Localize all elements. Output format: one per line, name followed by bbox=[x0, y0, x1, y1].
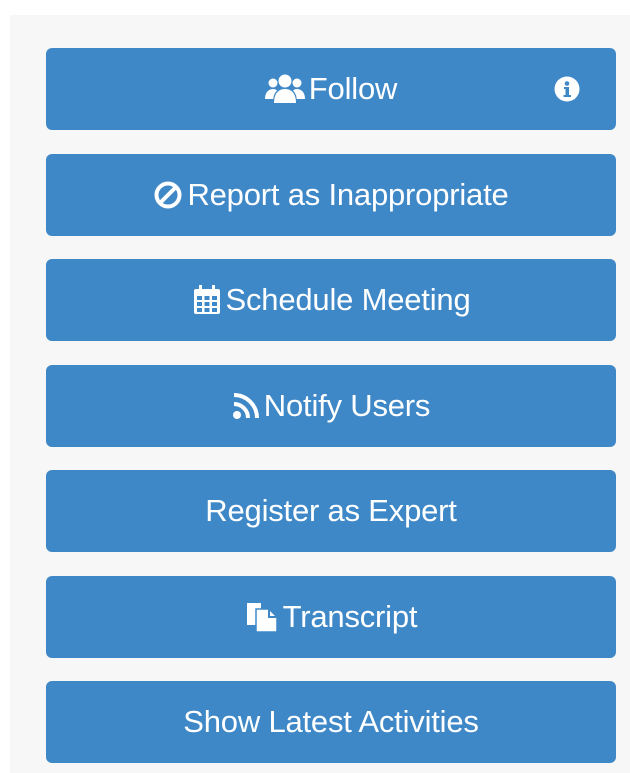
notify-users-button[interactable]: Notify Users bbox=[46, 365, 616, 447]
rss-icon bbox=[232, 392, 260, 420]
show-latest-activities-label: Show Latest Activities bbox=[183, 704, 479, 739]
report-inappropriate-button[interactable]: Report as Inappropriate bbox=[46, 154, 616, 236]
report-inappropriate-label: Report as Inappropriate bbox=[187, 177, 509, 212]
ban-icon bbox=[153, 180, 183, 210]
register-expert-button[interactable]: Register as Expert bbox=[46, 470, 616, 552]
show-latest-activities-button[interactable]: Show Latest Activities bbox=[46, 681, 616, 763]
copy-icon bbox=[245, 601, 279, 633]
register-expert-label: Register as Expert bbox=[205, 493, 457, 528]
follow-label: Follow bbox=[308, 71, 398, 106]
transcript-label: Transcript bbox=[282, 599, 418, 634]
follow-button[interactable]: Follow bbox=[46, 48, 616, 130]
schedule-meeting-label: Schedule Meeting bbox=[225, 282, 471, 317]
users-icon bbox=[264, 73, 305, 105]
notify-users-label: Notify Users bbox=[263, 388, 431, 423]
schedule-meeting-button[interactable]: Schedule Meeting bbox=[46, 259, 616, 341]
info-icon[interactable] bbox=[554, 76, 580, 102]
calendar-icon bbox=[192, 284, 222, 316]
transcript-button[interactable]: Transcript bbox=[46, 576, 616, 658]
